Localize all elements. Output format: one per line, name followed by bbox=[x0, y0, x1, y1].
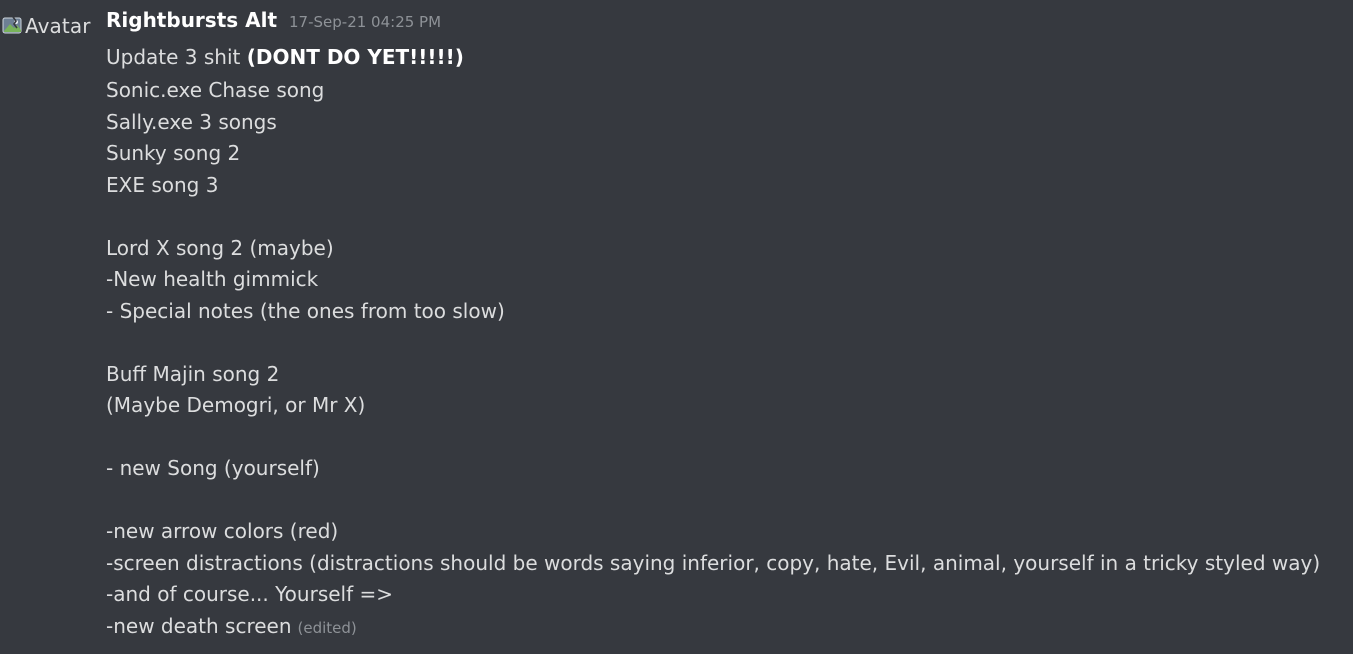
message-line: Lord X song 2 (maybe) bbox=[106, 235, 334, 260]
message-line: -screen distractions (distractions shoul… bbox=[106, 550, 1321, 575]
message-line: Update 3 shit (DONT DO YET!!!!!) bbox=[106, 40, 1346, 75]
message-line: -new death screen (edited) bbox=[106, 611, 1346, 643]
message-header: Rightbursts Alt 17-Sep-21 04:25 PM bbox=[106, 8, 441, 32]
message-line bbox=[106, 422, 1346, 454]
message-line: -New health gimmick bbox=[106, 267, 319, 291]
message-line: Buff Majin song 2 bbox=[106, 361, 280, 386]
avatar-alt-text: Avatar bbox=[25, 14, 91, 38]
message-line: -and of course... Yourself => bbox=[106, 582, 394, 606]
timestamp: 17-Sep-21 04:25 PM bbox=[289, 13, 442, 31]
message-line bbox=[106, 327, 1346, 359]
message-line: - Special notes (the ones from too slow) bbox=[106, 298, 505, 323]
message-line: (Maybe Demogri, or Mr X) bbox=[106, 393, 366, 417]
message-text: -new death screen bbox=[106, 613, 292, 638]
message-line: Sally.exe 3 songs bbox=[106, 109, 277, 134]
message-line: Sunky song 2 bbox=[106, 141, 241, 165]
message-line: Sonic.exe Chase song bbox=[106, 78, 325, 102]
message-line: -new arrow colors (red) bbox=[106, 519, 339, 543]
avatar[interactable]: Avatar bbox=[2, 12, 91, 40]
edited-label: (edited) bbox=[297, 618, 357, 637]
message-line bbox=[106, 485, 1346, 517]
message-line: EXE song 3 bbox=[106, 172, 219, 197]
username[interactable]: Rightbursts Alt bbox=[106, 8, 277, 32]
message-line bbox=[106, 201, 1346, 233]
message-content: Update 3 shit (DONT DO YET!!!!!) Sonic.e… bbox=[106, 40, 1346, 642]
broken-image-icon bbox=[2, 16, 22, 34]
message-line: - new Song (yourself) bbox=[106, 456, 320, 480]
message-text: Update 3 shit bbox=[106, 45, 247, 69]
bold-text: (DONT DO YET!!!!!) bbox=[246, 45, 464, 69]
